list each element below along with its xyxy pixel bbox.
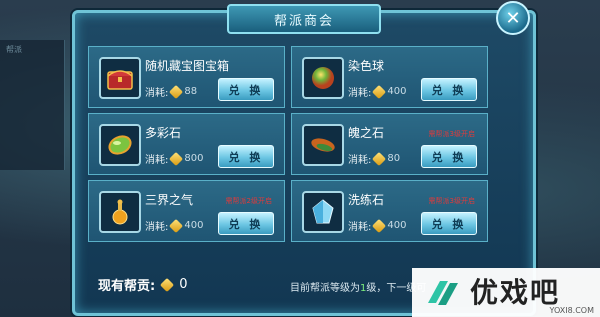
cost-value: 800 [184,153,204,164]
guild-contribution-icon [372,151,387,166]
item-name: 随机藏宝图宝箱 [145,59,230,73]
watermark-logo-icon [428,280,458,305]
treasure-chest-icon [99,57,141,99]
guild-contribution-icon [169,84,184,99]
guild-contribution-icon [372,218,387,233]
item-cost: 消耗: 400 [348,218,406,233]
item-grid: 随机藏宝图宝箱 消耗: 88 兑 换 染色球 消耗: 400 兑 换 多彩石 消… [88,46,488,242]
unlock-requirement: 需帮派2级开启 [225,197,272,205]
guild-contribution-icon [160,277,175,292]
cost-label: 消耗: [145,155,169,166]
watermark: 优戏吧 YOXI8.COM [412,268,600,317]
shop-item-card: 多彩石 消耗: 800 兑 换 [88,113,285,175]
shop-item-card: 魄之石 需帮派3级开启 消耗: 80 兑 换 [291,113,488,175]
unlock-requirement: 需帮派3级开启 [428,197,475,205]
item-name: 三界之气 [145,193,194,207]
essence-bottle-icon [99,191,141,233]
level-prefix: 目前帮派等级为 [290,283,360,294]
colorful-stone-icon [99,124,141,166]
shop-item-card: 染色球 消耗: 400 兑 换 [291,46,488,108]
shop-item-card: 洗练石 需帮派3级开启 消耗: 400 兑 换 [291,180,488,242]
guild-contribution-icon [372,84,387,99]
cost-value: 400 [387,86,407,97]
shop-item-card: 三界之气 需帮派2级开启 消耗: 400 兑 换 [88,180,285,242]
redeem-button[interactable]: 兑 换 [218,145,274,168]
background-side-panel: 帮派 [0,40,65,170]
background-panel-text: 帮派 [6,45,22,54]
shop-item-card: 随机藏宝图宝箱 消耗: 88 兑 换 [88,46,285,108]
cost-label: 消耗: [145,222,169,233]
cost-value: 400 [387,220,407,231]
contribution-label: 现有帮贡: [98,279,156,294]
redeem-button[interactable]: 兑 换 [421,212,477,235]
cost-label: 消耗: [348,155,372,166]
item-cost: 消耗: 88 [145,84,197,99]
item-cost: 消耗: 80 [348,151,400,166]
item-cost: 消耗: 400 [348,84,406,99]
item-name: 多彩石 [145,126,182,140]
guild-contribution-icon [169,151,184,166]
close-button[interactable]: ✕ [496,1,530,35]
item-name: 魄之石 [348,126,385,140]
cost-value: 80 [387,153,401,164]
guild-level-info: 目前帮派等级为1级，下一级可 [290,279,426,294]
refining-stone-icon [302,191,344,233]
redeem-button[interactable]: 兑 换 [421,78,477,101]
redeem-button[interactable]: 兑 换 [421,145,477,168]
contribution-display: 现有帮贡: 0 [98,275,187,294]
redeem-button[interactable]: 兑 换 [218,212,274,235]
soul-stone-icon [302,124,344,166]
cost-label: 消耗: [145,88,169,99]
watermark-text: 优戏吧 [470,275,561,309]
guild-contribution-icon [169,218,184,233]
cost-value: 88 [184,86,198,97]
dye-ball-icon [302,57,344,99]
item-cost: 消耗: 800 [145,151,203,166]
cost-value: 400 [184,220,204,231]
redeem-button[interactable]: 兑 换 [218,78,274,101]
unlock-requirement: 需帮派3级开启 [428,130,475,138]
cost-label: 消耗: [348,88,372,99]
item-cost: 消耗: 400 [145,218,203,233]
dialog-title: 帮派商会 [227,4,381,34]
contribution-value: 0 [179,277,188,292]
watermark-subtext: YOXI8.COM [549,306,595,315]
close-icon: ✕ [505,7,521,29]
item-name: 染色球 [348,59,385,73]
item-name: 洗练石 [348,193,385,207]
cost-label: 消耗: [348,222,372,233]
